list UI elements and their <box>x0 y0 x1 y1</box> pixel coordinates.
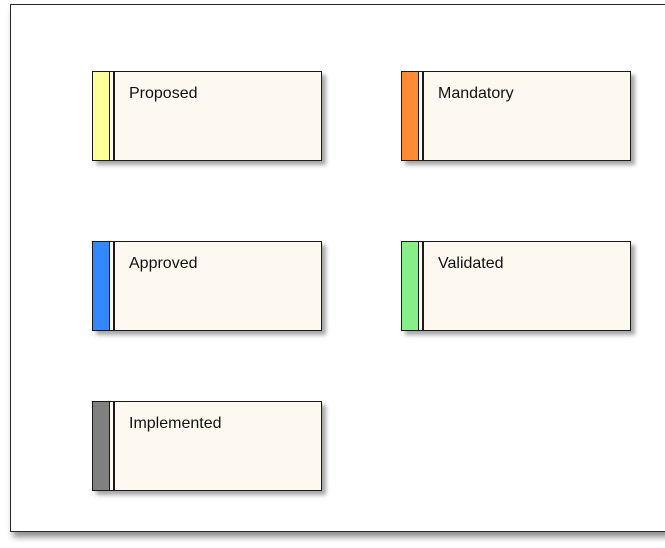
requirement-label: Implemented <box>129 415 222 432</box>
diagram-canvas: Proposed Mandatory Approved Validated Im… <box>10 4 665 532</box>
requirement-label: Validated <box>438 255 504 272</box>
requirement-label: Mandatory <box>438 85 514 102</box>
requirement-label: Proposed <box>129 85 198 102</box>
stripe-divider <box>419 72 424 160</box>
stripe-divider <box>110 242 115 330</box>
stripe-divider <box>110 72 115 160</box>
stripe-divider <box>110 402 115 490</box>
requirement-proposed[interactable]: Proposed <box>92 71 322 161</box>
status-color-stripe <box>402 72 419 160</box>
requirement-approved[interactable]: Approved <box>92 241 322 331</box>
status-color-stripe <box>402 242 419 330</box>
status-color-stripe <box>93 242 110 330</box>
status-color-stripe <box>93 72 110 160</box>
requirement-validated[interactable]: Validated <box>401 241 631 331</box>
requirement-implemented[interactable]: Implemented <box>92 401 322 491</box>
stripe-divider <box>419 242 424 330</box>
requirement-mandatory[interactable]: Mandatory <box>401 71 631 161</box>
requirement-label: Approved <box>129 255 198 272</box>
status-color-stripe <box>93 402 110 490</box>
